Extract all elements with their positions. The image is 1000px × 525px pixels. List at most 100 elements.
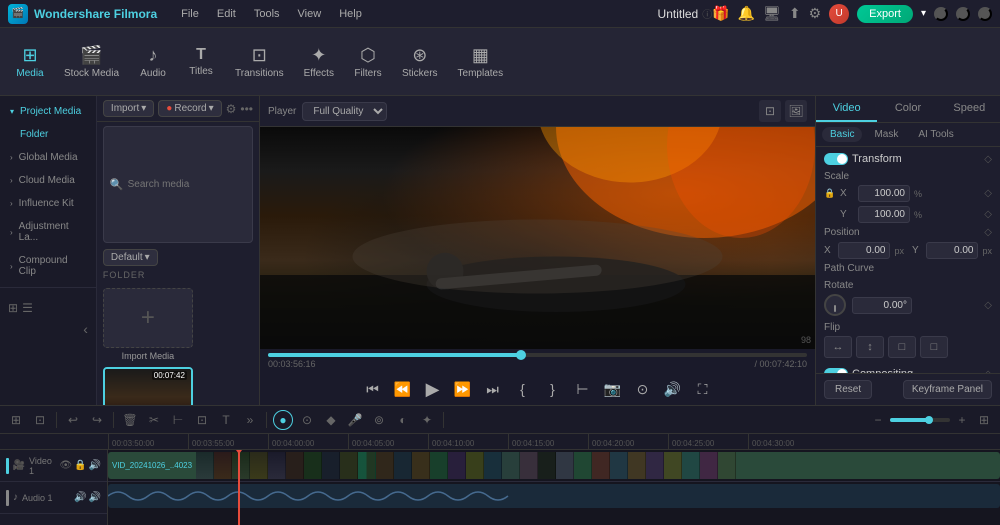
tl-text-button[interactable]: T <box>216 410 236 430</box>
toolbar-templates[interactable]: ▦ Templates <box>450 41 512 83</box>
photo-icon[interactable]: 🖼 <box>785 100 807 122</box>
fullscreen-button[interactable]: ⛶ <box>691 377 715 401</box>
scale-x-input[interactable] <box>858 185 910 202</box>
toolbar-audio[interactable]: ♪ Audio <box>131 41 175 83</box>
more-icon[interactable]: ••• <box>240 102 253 116</box>
menu-edit[interactable]: Edit <box>209 6 244 22</box>
settings-icon[interactable]: ⚙ <box>809 5 822 22</box>
reset-button[interactable]: Reset <box>824 380 872 399</box>
sidebar-item-adjustment[interactable]: › Adjustment La... <box>0 215 96 249</box>
tab-color[interactable]: Color <box>877 96 938 122</box>
subtab-ai-tools[interactable]: AI Tools <box>910 127 961 142</box>
subtab-mask[interactable]: Mask <box>866 127 906 142</box>
zoom-in-button[interactable]: + <box>952 410 972 430</box>
video-track[interactable]: VID_20241026_..4023 <box>108 450 1000 482</box>
audio-mute-icon[interactable]: 🔊 <box>74 492 86 503</box>
next-frame-button[interactable]: ⏭ <box>481 377 505 401</box>
audio-clip[interactable] <box>108 484 1000 508</box>
scale-y-input[interactable] <box>858 206 910 223</box>
tl-record-btn[interactable]: ⊙ <box>297 410 317 430</box>
lock-icon[interactable]: 🔒 <box>824 188 836 200</box>
playhead[interactable] <box>238 450 240 525</box>
tl-grid-button[interactable]: ⊞ <box>974 410 994 430</box>
sidebar-item-folder[interactable]: Folder <box>0 123 96 146</box>
transform-toggle[interactable] <box>824 153 848 165</box>
export-button[interactable]: Export <box>857 5 913 23</box>
grid-view-icon[interactable]: ⊞ <box>8 301 18 315</box>
video-canvas[interactable]: 98 <box>260 127 815 349</box>
record-button[interactable]: ● Record ▾ <box>158 100 221 117</box>
toolbar-stickers[interactable]: ⊛ Stickers <box>394 41 446 83</box>
track-mute-icon[interactable]: 👁 <box>59 460 72 471</box>
volume-button[interactable]: 🔊 <box>661 377 685 401</box>
audio-track[interactable] <box>108 482 1000 510</box>
tl-more-button[interactable]: » <box>240 410 260 430</box>
filter-icon[interactable]: ⚙ <box>226 102 237 116</box>
tl-undo-button[interactable]: ↩ <box>63 410 83 430</box>
video-clip[interactable]: VID_20241026_..4023 <box>108 452 1000 479</box>
flip-btn-3[interactable]: □ <box>888 336 916 358</box>
toolbar-effects[interactable]: ✦ Effects <box>296 41 342 83</box>
step-forward-button[interactable]: ⏩ <box>451 377 475 401</box>
tl-snap-button[interactable]: ⊡ <box>30 410 50 430</box>
tl-speed-btn[interactable]: ⊚ <box>369 410 389 430</box>
scale-x-diamond-icon[interactable]: ◇ <box>984 188 992 199</box>
maximize-button[interactable]: □ <box>956 7 970 21</box>
monitor-icon[interactable]: 🖥 <box>763 5 781 22</box>
position-diamond-icon[interactable]: ◇ <box>984 227 992 238</box>
sidebar-item-project-media[interactable]: ▾ Project Media <box>0 100 96 123</box>
collapse-panel-icon[interactable]: ‹ <box>83 321 88 337</box>
progress-thumb[interactable] <box>516 350 526 360</box>
tl-mic-btn[interactable]: 🎤 <box>345 410 365 430</box>
mark-in-button[interactable]: { <box>511 377 535 401</box>
flip-h-button[interactable]: ↔ <box>824 336 852 358</box>
pos-x-input[interactable] <box>838 242 890 259</box>
toolbar-media[interactable]: ⊞ Media <box>8 41 52 83</box>
close-button[interactable]: ✕ <box>978 7 992 21</box>
tab-video[interactable]: Video <box>816 96 877 122</box>
snapshot-button[interactable]: 📷 <box>601 377 625 401</box>
track-volume-icon[interactable]: 🔊 <box>89 460 101 471</box>
subtab-basic[interactable]: Basic <box>822 127 862 142</box>
screen-icon[interactable]: ⊡ <box>759 100 781 122</box>
import-placeholder-thumb[interactable]: + <box>103 288 193 348</box>
tl-add-media-button[interactable]: ⊞ <box>6 410 26 430</box>
flip-btn-4[interactable]: □ <box>920 336 948 358</box>
extract-button[interactable]: ⊢ <box>571 377 595 401</box>
video-thumb[interactable]: 00:07:42 ⊞ ✓ <box>103 367 193 405</box>
video-media-item[interactable]: 00:07:42 ⊞ ✓ VID_20241026_124023 <box>103 367 193 405</box>
flip-v-button[interactable]: ↕ <box>856 336 884 358</box>
mark-out-button[interactable]: } <box>541 377 565 401</box>
tl-audio-btn[interactable]: ● <box>273 410 293 430</box>
rotate-diamond-icon[interactable]: ◇ <box>984 300 992 311</box>
track-lock-icon[interactable]: 🔒 <box>74 460 86 471</box>
record-ctrl-button[interactable]: ⊙ <box>631 377 655 401</box>
scale-y-diamond-icon[interactable]: ◇ <box>984 209 992 220</box>
compositing-toggle[interactable] <box>824 368 848 373</box>
tracks-area[interactable]: VID_20241026_..4023 <box>108 450 1000 525</box>
toolbar-transitions[interactable]: ⊡ Transitions <box>227 41 292 83</box>
keyframe-panel-button[interactable]: Keyframe Panel <box>903 380 992 399</box>
play-button[interactable]: ▶ <box>421 377 445 401</box>
tl-delete-button[interactable]: 🗑 <box>120 410 140 430</box>
tl-crop-button[interactable]: ⊡ <box>192 410 212 430</box>
tab-speed[interactable]: Speed <box>939 96 1000 122</box>
sort-button[interactable]: Default ▾ <box>103 249 158 266</box>
tl-scissors-button[interactable]: ✂ <box>144 410 164 430</box>
quality-select[interactable]: Full Quality <box>302 102 387 121</box>
import-button[interactable]: Import ▾ <box>103 100 154 117</box>
list-view-icon[interactable]: ☰ <box>22 301 33 315</box>
menu-tools[interactable]: Tools <box>246 6 288 22</box>
bell-icon[interactable]: 🔔 <box>738 5 755 22</box>
prev-frame-button[interactable]: ⏮ <box>361 377 385 401</box>
zoom-track[interactable] <box>890 418 950 422</box>
sidebar-item-influence-kit[interactable]: › Influence Kit <box>0 192 96 215</box>
tl-ai-btn[interactable]: ✦ <box>417 410 437 430</box>
zoom-thumb[interactable] <box>925 416 933 424</box>
minimize-button[interactable]: — <box>934 7 948 21</box>
import-media-item[interactable]: + Import Media <box>103 288 193 361</box>
audio-volume-icon[interactable]: 🔊 <box>89 492 101 503</box>
gift-icon[interactable]: 🎁 <box>712 5 729 22</box>
rotate-knob[interactable] <box>824 294 846 316</box>
tl-split-button[interactable]: ⊢ <box>168 410 188 430</box>
